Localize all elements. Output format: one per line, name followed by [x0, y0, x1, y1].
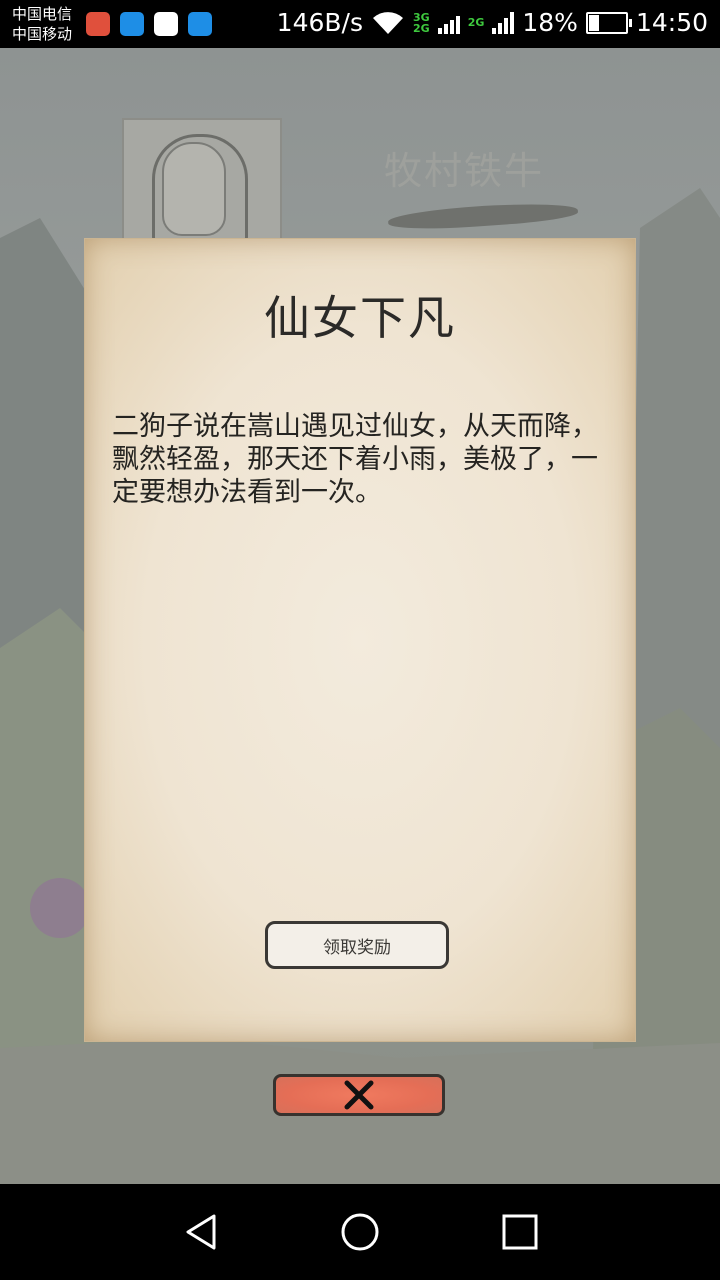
network-type-badge: 3G 2G — [413, 10, 430, 35]
claim-reward-button[interactable]: 领取奖励 — [265, 921, 449, 969]
clock: 14:50 — [635, 8, 708, 37]
home-icon[interactable] — [338, 1212, 382, 1252]
battery-charging-icon — [585, 11, 632, 34]
chat-app-icon — [188, 12, 212, 36]
network-type-badge-2: 2G — [467, 16, 485, 29]
dialog-title: 仙女下凡 — [264, 291, 456, 345]
npc-name: 牧村铁牛 — [384, 149, 545, 193]
mail-app-icon — [86, 12, 110, 36]
notification-icons — [86, 12, 212, 36]
quest-dialog: 仙女下凡 二狗子说在嵩山遇见过仙女，从天而降，飘然轻盈，那天还下着小雨，美极了，… — [84, 238, 636, 1042]
wifi-icon — [373, 11, 403, 34]
signal-icon-1 — [437, 12, 460, 34]
back-icon[interactable] — [180, 1212, 224, 1252]
carrier-1: 中国电信 — [12, 5, 73, 23]
dialog-body: 二狗子说在嵩山遇见过仙女，从天而降，飘然轻盈，那天还下着小雨，美极了，一定要想办… — [112, 411, 598, 508]
close-button[interactable] — [273, 1074, 445, 1116]
status-right: 146B/s 3G 2G 2G 18% 14:50 — [277, 8, 708, 37]
navigation-bar — [0, 1184, 720, 1280]
carrier-2: 中国移动 — [12, 25, 73, 43]
npc-portrait — [122, 118, 282, 252]
qq-penguin-icon — [154, 12, 178, 36]
status-bar: 中国电信 中国移动 146B/s 3G 2G 2G 18% 14:50 — [0, 0, 720, 48]
signal-icon-2 — [492, 11, 515, 34]
message-app-icon — [120, 12, 144, 36]
close-icon — [344, 1080, 374, 1110]
game-scene: 牧村铁牛 仙女下凡 二狗子说在嵩山遇见过仙女，从天而降，飘然轻盈，那天还下着小雨… — [0, 48, 720, 1184]
recent-apps-icon[interactable] — [498, 1212, 542, 1252]
carrier-info: 中国电信 中国移动 — [12, 4, 72, 44]
battery-percent: 18% — [522, 8, 578, 37]
net-speed: 146B/s — [276, 8, 363, 37]
